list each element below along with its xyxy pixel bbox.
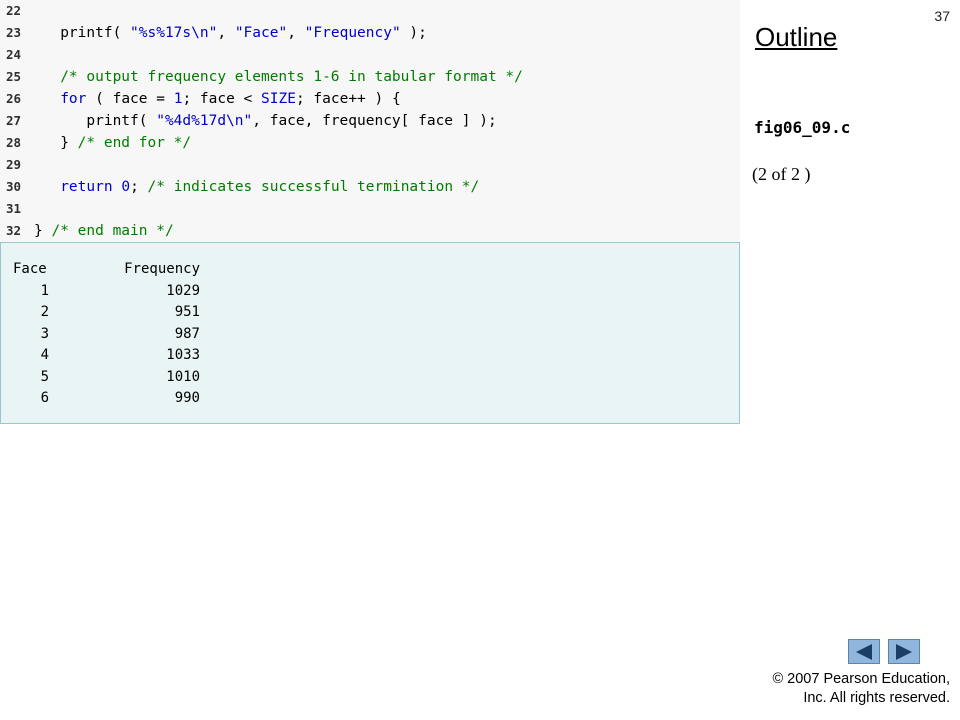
code-token: ,	[287, 25, 305, 41]
code-token: ;	[130, 179, 148, 195]
output-frequency-value: 987	[174, 325, 200, 342]
output-face-value: 4	[40, 347, 49, 363]
code-listing: 22 23 printf( "%s%17s\n", "Face", "Freque…	[0, 0, 740, 242]
code-text: printf( "%s%17s\n", "Face", "Frequency" …	[34, 22, 427, 44]
line-number: 31	[6, 201, 22, 216]
code-line: 26 for ( face = 1; face < SIZE; face++ )…	[0, 88, 740, 110]
output-header-frequency: Frequency	[124, 261, 200, 277]
code-token: }	[34, 223, 52, 239]
line-number: 25	[6, 69, 22, 84]
file-name: fig06_09.c	[754, 118, 851, 137]
code-token: /* end main */	[51, 223, 174, 239]
code-token: ,	[217, 25, 235, 41]
code-text: return 0; /* indicates successful termin…	[34, 176, 479, 198]
code-token: SIZE	[261, 91, 296, 107]
code-token: );	[400, 25, 427, 41]
code-token: /* indicates successful termination */	[147, 179, 480, 195]
output-face-value: 3	[40, 325, 49, 342]
code-text: for ( face = 1; face < SIZE; face++ ) {	[34, 88, 401, 110]
code-token: "%4d%17d\n"	[156, 113, 253, 129]
program-output: Face Frequency 1 1029 2 951 3 987 4 1033 5 1010 6 9…	[0, 242, 740, 424]
output-face-value: 6	[40, 390, 49, 406]
code-token: , face, frequency[ face ] );	[252, 113, 497, 129]
code-text: /* output frequency elements 1-6 in tabu…	[34, 66, 523, 88]
code-token: }	[34, 135, 78, 151]
slide-number: 37	[934, 8, 950, 24]
code-line: 30 return 0; /* indicates successful ter…	[0, 176, 740, 198]
output-row: 6 990	[1, 388, 739, 410]
output-header-row: Face Frequency	[1, 259, 739, 281]
line-number: 23	[6, 25, 22, 40]
code-token: return	[60, 179, 113, 195]
code-token: "Face"	[234, 25, 288, 41]
line-number: 22	[6, 3, 22, 18]
output-frequency-value: 1033	[166, 347, 200, 363]
line-number: 24	[6, 47, 22, 62]
code-token: /* end for */	[77, 135, 192, 151]
page-count: (2 of 2 )	[752, 164, 811, 184]
next-slide-button[interactable]	[888, 639, 920, 664]
output-frequency-value: 951	[174, 304, 200, 320]
code-line: 24	[0, 44, 740, 66]
code-token: ; face <	[182, 91, 262, 107]
output-frequency-value: 1010	[166, 368, 200, 385]
copyright-text-1: 2007 Pearson Education,	[783, 671, 950, 687]
code-text: } /* end for */	[34, 132, 191, 154]
output-face-value: 5	[40, 368, 49, 385]
code-token: ; face++ ) {	[295, 91, 401, 107]
code-token: printf(	[34, 113, 157, 129]
output-face-value: 1	[40, 282, 49, 299]
code-token: "Frequency"	[304, 25, 401, 41]
code-line: 32} /* end main */	[0, 220, 740, 242]
output-frequency-value: 1029	[166, 282, 200, 299]
output-row: 1 1029	[1, 281, 739, 303]
output-header-face: Face	[13, 261, 47, 277]
copyright-notice: © 2007 Pearson Education, Inc. All right…	[730, 670, 950, 708]
line-number: 27	[6, 113, 22, 128]
output-row: 2 951	[1, 302, 739, 324]
copyright-symbol: ©	[772, 671, 784, 687]
code-line: 31	[0, 198, 740, 220]
line-number: 29	[6, 157, 22, 172]
code-line: 29	[0, 154, 740, 176]
output-row: 5 1010	[1, 367, 739, 389]
code-text: } /* end main */	[34, 220, 174, 242]
output-row: 3 987	[1, 324, 739, 346]
code-token: ( face =	[86, 91, 174, 107]
outline-title: Outline	[755, 22, 838, 52]
code-line: 25 /* output frequency elements 1-6 in t…	[0, 66, 740, 88]
output-row: 4 1033	[1, 345, 739, 367]
code-token: for	[60, 91, 87, 107]
code-line: 22	[0, 0, 740, 22]
output-frequency-value: 990	[174, 390, 200, 406]
previous-slide-button[interactable]	[848, 639, 880, 664]
code-token: 0	[121, 179, 131, 195]
code-line: 27 printf( "%4d%17d\n", face, frequency[…	[0, 110, 740, 132]
code-line: 23 printf( "%s%17s\n", "Face", "Frequenc…	[0, 22, 740, 44]
line-number: 30	[6, 179, 22, 194]
code-token: "%s%17s\n"	[130, 25, 218, 41]
output-face-value: 2	[40, 304, 49, 320]
line-number: 26	[6, 91, 22, 106]
triangle-left-icon	[856, 643, 872, 660]
copyright-line-1: © 2007 Pearson Education,	[730, 670, 950, 689]
triangle-right-icon	[896, 643, 912, 660]
line-number: 32	[6, 223, 22, 238]
line-number: 28	[6, 135, 22, 150]
code-text: printf( "%4d%17d\n", face, frequency[ fa…	[34, 110, 497, 132]
copyright-line-2: Inc. All rights reserved.	[803, 690, 950, 706]
code-token: /* output frequency elements 1-6 in tabu…	[34, 69, 523, 85]
code-token: printf(	[34, 25, 131, 41]
code-line: 28 } /* end for */	[0, 132, 740, 154]
